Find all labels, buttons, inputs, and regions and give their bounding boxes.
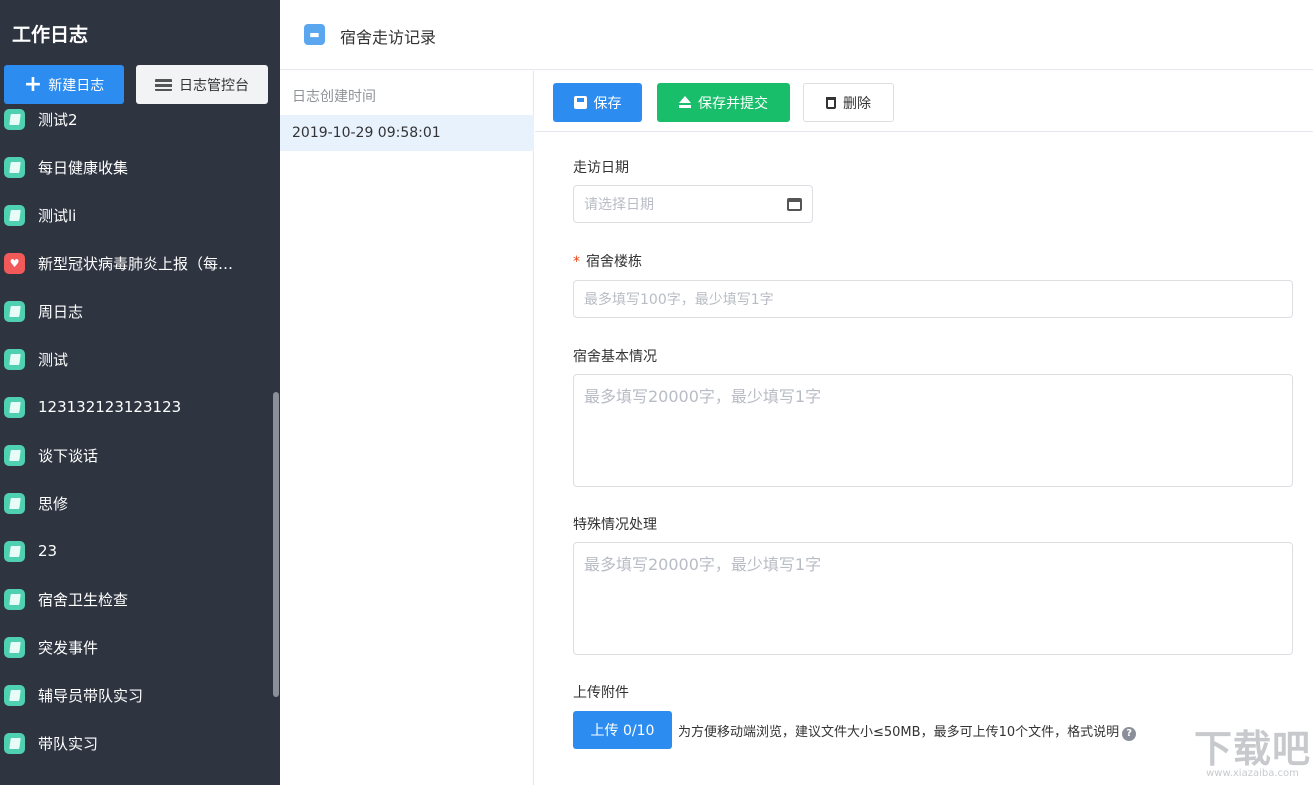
log-menu: 测试2 每日健康收集 测试li 新型冠状病毒肺炎上报（每… 周日志 测试 123… <box>0 95 272 767</box>
book-icon <box>4 540 25 562</box>
building-label-text: 宿舍楼栋 <box>586 254 642 270</box>
help-icon[interactable]: ? <box>1122 727 1137 741</box>
console-icon <box>155 78 172 91</box>
save-submit-button[interactable]: 保存并提交 <box>657 83 790 122</box>
watermark-logo: 下载吧 <box>1193 727 1311 771</box>
sidebar-item-label: 测试li <box>38 206 77 225</box>
book-icon <box>4 684 25 706</box>
sidebar-item-label: 每日健康收集 <box>38 158 129 177</box>
upload-label: 上传附件 <box>573 685 629 701</box>
book-icon <box>4 588 25 610</box>
sidebar-item-label: 辅导员带队实习 <box>38 686 144 705</box>
sidebar-item[interactable]: 周日志 <box>0 287 272 335</box>
visit-date-label: 走访日期 <box>573 160 629 176</box>
log-list: 日志创建时间 2019-10-29 09:58:01 <box>280 71 534 785</box>
sidebar-item[interactable]: 辅导员带队实习 <box>0 671 272 719</box>
special-placeholder: 最多填写20000字，最少填写1字 <box>584 555 822 574</box>
sidebar-item-label: 思修 <box>38 494 69 513</box>
log-console-label: 日志管控台 <box>179 77 249 94</box>
save-label: 保存 <box>593 95 622 112</box>
form-toolbar: 保存 保存并提交 删除 <box>535 71 1313 132</box>
bed-icon: ▬ <box>304 24 325 45</box>
plus-icon: + <box>23 71 43 97</box>
book-icon <box>4 348 25 370</box>
sidebar-item[interactable]: 测试 <box>0 335 272 383</box>
sidebar-item-label: 测试 <box>38 350 69 369</box>
basic-info-textarea[interactable]: 最多填写20000字，最少填写1字 <box>573 374 1293 487</box>
sidebar-item-label: 新型冠状病毒肺炎上报（每… <box>38 254 234 273</box>
book-icon <box>4 108 25 130</box>
visit-date-placeholder: 请选择日期 <box>584 197 654 213</box>
new-log-label: 新建日志 <box>48 77 105 94</box>
floppy-icon <box>573 96 587 109</box>
sidebar-item[interactable]: 23 <box>0 527 272 575</box>
basic-info-placeholder: 最多填写20000字，最少填写1字 <box>584 387 822 406</box>
book-icon <box>4 492 25 514</box>
heart-icon <box>4 252 25 274</box>
sidebar-item[interactable]: 突发事件 <box>0 623 272 671</box>
sidebar-scrollbar[interactable] <box>273 392 279 697</box>
building-placeholder: 最多填写100字，最少填写1字 <box>584 292 774 308</box>
watermark-url: www.xiazaiba.com <box>1206 768 1299 779</box>
sidebar-item[interactable]: 测试2 <box>0 95 272 143</box>
sidebar: 工作日志 + 新建日志 日志管控台 测试2 每日健康收集 测试li 新型冠状病毒… <box>0 0 280 785</box>
delete-button[interactable]: 删除 <box>803 83 894 122</box>
building-label: * 宿舍楼栋 <box>573 251 642 271</box>
page-header: ▬ 宿舍走访记录 <box>280 0 1313 70</box>
page-title: 宿舍走访记录 <box>340 28 437 47</box>
book-icon <box>4 444 25 466</box>
sidebar-item-label: 带队实习 <box>38 734 99 753</box>
sidebar-item-label: 测试2 <box>38 110 78 129</box>
visit-date-picker[interactable]: 请选择日期 <box>573 185 813 223</box>
book-icon <box>4 636 25 658</box>
sidebar-item-label: 谈下谈话 <box>38 446 99 465</box>
basic-info-label: 宿舍基本情况 <box>573 349 657 365</box>
delete-label: 删除 <box>843 95 871 112</box>
building-input[interactable]: 最多填写100字，最少填写1字 <box>573 280 1293 318</box>
upload-icon <box>679 96 691 108</box>
book-icon <box>4 396 25 418</box>
sidebar-item[interactable]: 带队实习 <box>0 719 272 767</box>
special-textarea[interactable]: 最多填写20000字，最少填写1字 <box>573 542 1293 655</box>
upload-button[interactable]: 上传 0/10 <box>573 711 672 749</box>
sidebar-item[interactable]: 新型冠状病毒肺炎上报（每… <box>0 239 272 287</box>
trash-icon <box>826 96 836 109</box>
book-icon <box>4 300 25 322</box>
save-button[interactable]: 保存 <box>553 83 642 122</box>
sidebar-title: 工作日志 <box>12 24 89 46</box>
watermark: 下载吧 www.xiazaiba.com <box>1194 730 1311 779</box>
sidebar-item-label: 123132123123123 <box>38 398 182 416</box>
visit-form: 走访日期 请选择日期 * 宿舍楼栋 最多填写100字，最少填写1字 宿舍基本情况 … <box>535 133 1313 785</box>
sidebar-item[interactable]: 谈下谈话 <box>0 431 272 479</box>
book-icon <box>4 732 25 754</box>
sidebar-item[interactable]: 测试li <box>0 191 272 239</box>
sidebar-item-label: 23 <box>38 542 58 560</box>
upload-hint-text: 为方便移动端浏览，建议文件大小≤50MB，最多可上传10个文件，格式说明 <box>678 725 1120 740</box>
sidebar-item[interactable]: 每日健康收集 <box>0 143 272 191</box>
list-column-header: 日志创建时间 <box>292 89 376 105</box>
special-label: 特殊情况处理 <box>573 517 657 533</box>
save-submit-label: 保存并提交 <box>698 95 768 112</box>
required-mark: * <box>573 254 580 270</box>
sidebar-item-label: 突发事件 <box>38 638 99 657</box>
sidebar-item[interactable]: 宿舍卫生检查 <box>0 575 272 623</box>
book-icon <box>4 204 25 226</box>
sidebar-item[interactable]: 123132123123123 <box>0 383 272 431</box>
list-item[interactable]: 2019-10-29 09:58:01 <box>280 115 534 151</box>
sidebar-item-label: 宿舍卫生检查 <box>38 590 129 609</box>
sidebar-item-label: 周日志 <box>38 302 84 321</box>
sidebar-item[interactable]: 思修 <box>0 479 272 527</box>
upload-hint: 为方便移动端浏览，建议文件大小≤50MB，最多可上传10个文件，格式说明? <box>678 721 1137 741</box>
book-icon <box>4 156 25 178</box>
calendar-icon[interactable] <box>787 198 802 211</box>
